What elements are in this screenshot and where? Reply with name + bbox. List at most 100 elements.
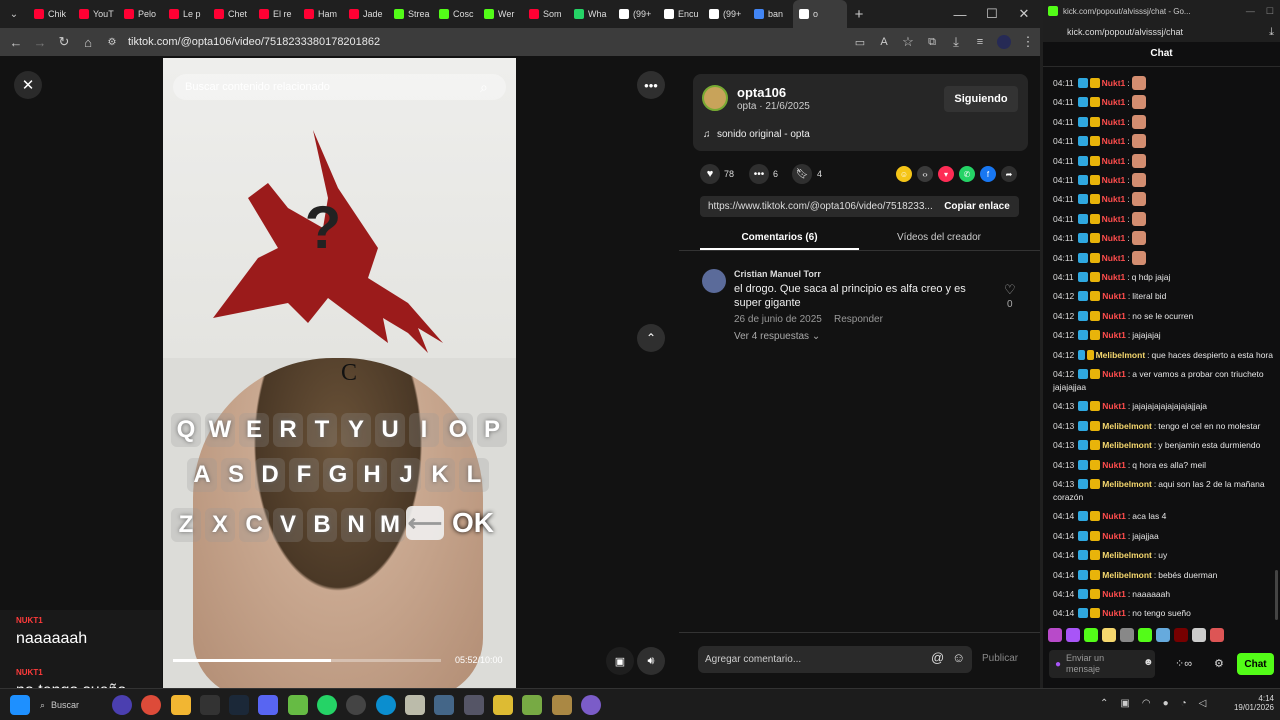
key-s[interactable]: S: [221, 458, 251, 492]
tab-13[interactable]: (99+: [613, 0, 658, 28]
send-message-input[interactable]: ● Enviar un mensaje: [1049, 650, 1155, 678]
message-username[interactable]: Nukt1: [1102, 78, 1126, 88]
tab-6[interactable]: Ham: [298, 0, 343, 28]
tab-16[interactable]: ban: [748, 0, 793, 28]
key-c[interactable]: C: [239, 508, 269, 542]
tray-wifi-icon[interactable]: ◠: [1142, 698, 1151, 709]
previous-video-icon[interactable]: ⌃: [637, 324, 665, 352]
chat-message[interactable]: 04:11 Nukt1:: [1053, 74, 1273, 92]
close-viewer-button[interactable]: ✕: [14, 71, 42, 99]
kick-maximize-icon[interactable]: ☐: [1266, 6, 1274, 17]
message-username[interactable]: Melibelmont: [1102, 550, 1152, 560]
whatsapp-share-icon[interactable]: ✆: [959, 166, 975, 182]
message-username[interactable]: Nukt1: [1102, 194, 1126, 204]
key-o[interactable]: O: [443, 413, 473, 447]
kick-settings-extra-icon[interactable]: ⁘∞: [1175, 657, 1192, 670]
tab-5[interactable]: El re: [253, 0, 298, 28]
tab-3[interactable]: Le p: [163, 0, 208, 28]
emote-3[interactable]: [1084, 628, 1098, 642]
message-username[interactable]: Nukt1: [1102, 531, 1126, 541]
message-username[interactable]: Nukt1: [1102, 460, 1126, 470]
key-y[interactable]: Y: [341, 413, 371, 447]
key-w[interactable]: W: [205, 413, 235, 447]
tray-app-icon[interactable]: ▣: [1120, 698, 1129, 709]
message-username[interactable]: Melibelmont: [1102, 421, 1152, 431]
tab-4[interactable]: Chet: [208, 0, 253, 28]
chat-message[interactable]: 04:12 Nukt1: jajajajaj: [1053, 326, 1273, 344]
message-username[interactable]: Nukt1: [1102, 253, 1126, 263]
emote-10[interactable]: [1210, 628, 1224, 642]
tab-11[interactable]: Som: [523, 0, 568, 28]
tab-17[interactable]: o: [793, 0, 847, 28]
emoji-icon[interactable]: ☺: [952, 650, 965, 665]
game-icon[interactable]: [405, 695, 425, 715]
tab-7[interactable]: Jade: [343, 0, 388, 28]
message-username[interactable]: Melibelmont: [1102, 440, 1152, 450]
key-k[interactable]: K: [425, 458, 455, 492]
app-icon-3[interactable]: [464, 695, 484, 715]
chrome-icon[interactable]: [141, 695, 161, 715]
message-username[interactable]: Nukt1: [1102, 214, 1126, 224]
publish-button[interactable]: Publicar: [982, 653, 1018, 664]
chat-message[interactable]: 04:11 Nukt1:: [1053, 190, 1273, 208]
extensions-icon[interactable]: ⧉: [920, 30, 944, 54]
profile-avatar[interactable]: [992, 30, 1016, 54]
message-username[interactable]: Nukt1: [1102, 97, 1126, 107]
chat-message[interactable]: 04:12 Nukt1: no se le ocurren: [1053, 307, 1273, 325]
chat-message[interactable]: 04:14 Nukt1: jajajjaa: [1053, 527, 1273, 545]
app-icon-6[interactable]: [581, 695, 601, 715]
volume-icon[interactable]: 🔊︎: [637, 647, 665, 675]
video-player[interactable]: ? C QWERTYUIOPASDFGHJKLZXCVBNM ⟵ OK: [163, 58, 516, 688]
app-icon-2[interactable]: [434, 695, 454, 715]
settings-app-icon[interactable]: [346, 695, 366, 715]
steam-icon[interactable]: [229, 695, 249, 715]
gear-icon[interactable]: ⚙: [1214, 657, 1224, 670]
emote-4[interactable]: [1102, 628, 1116, 642]
message-username[interactable]: Nukt1: [1102, 233, 1126, 243]
forward-icon[interactable]: →: [28, 30, 52, 54]
tab-search-icon[interactable]: ⌄: [0, 2, 28, 26]
tab-0[interactable]: Chik: [28, 0, 73, 28]
message-username[interactable]: Nukt1: [1102, 330, 1126, 340]
chat-message[interactable]: 04:14 Nukt1: no tengo sueño: [1053, 604, 1273, 622]
chat-message[interactable]: 04:14 Melibelmont: bebés duerman: [1053, 566, 1273, 584]
message-username[interactable]: Melibelmont: [1102, 570, 1152, 580]
facebook-share-icon[interactable]: f: [980, 166, 996, 182]
emote-1[interactable]: [1048, 628, 1062, 642]
emoji-share-icon[interactable]: ☺: [896, 166, 912, 182]
floating-player-icon[interactable]: ▣: [606, 647, 634, 675]
epic-games-icon[interactable]: [200, 695, 220, 715]
creator-name[interactable]: opta106: [737, 85, 786, 100]
kick-address[interactable]: kick.com/popout/alvisssj/chat: [1067, 27, 1183, 37]
emote-2[interactable]: [1066, 628, 1080, 642]
tab-15[interactable]: (99+: [703, 0, 748, 28]
chat-message[interactable]: 04:11 Nukt1:: [1053, 249, 1273, 267]
message-username[interactable]: Nukt1: [1102, 589, 1126, 599]
emote-9[interactable]: [1192, 628, 1206, 642]
chat-message[interactable]: 04:13 Nukt1: jajajajajajajajajajjaja: [1053, 397, 1273, 415]
embed-share-icon[interactable]: ‹›: [917, 166, 933, 182]
copy-link-button[interactable]: Copiar enlace: [935, 196, 1019, 217]
downloads-icon[interactable]: ⤓: [944, 30, 968, 54]
message-username[interactable]: Nukt1: [1102, 272, 1126, 282]
tab-8[interactable]: Strea: [388, 0, 433, 28]
key-f[interactable]: F: [289, 458, 319, 492]
key-g[interactable]: G: [323, 458, 353, 492]
app-icon-5[interactable]: [552, 695, 572, 715]
chat-message[interactable]: 04:12 Melibelmont: que haces despierto a e…: [1053, 346, 1273, 364]
sound-name[interactable]: sonido original - opta: [717, 129, 810, 140]
tab-creator-videos[interactable]: Vídeos del creador: [859, 232, 1019, 243]
tab-1[interactable]: YouT: [73, 0, 118, 28]
key-r[interactable]: R: [273, 413, 303, 447]
message-username[interactable]: Nukt1: [1102, 136, 1126, 146]
clock[interactable]: 4:14 19/01/2026: [1230, 694, 1274, 712]
key-t[interactable]: T: [307, 413, 337, 447]
ok-key[interactable]: OK: [448, 506, 498, 540]
kick-download-icon[interactable]: ⤓: [1269, 26, 1274, 39]
media-icon[interactable]: ≡: [968, 30, 992, 54]
whatsapp-icon[interactable]: [317, 695, 337, 715]
chat-message[interactable]: 04:11 Nukt1: q hdp jajaj: [1053, 268, 1273, 286]
bookmark-icon[interactable]: 🔖︎: [792, 164, 812, 184]
chat-message[interactable]: 04:11 Nukt1:: [1053, 171, 1273, 189]
tab-12[interactable]: Wha: [568, 0, 613, 28]
